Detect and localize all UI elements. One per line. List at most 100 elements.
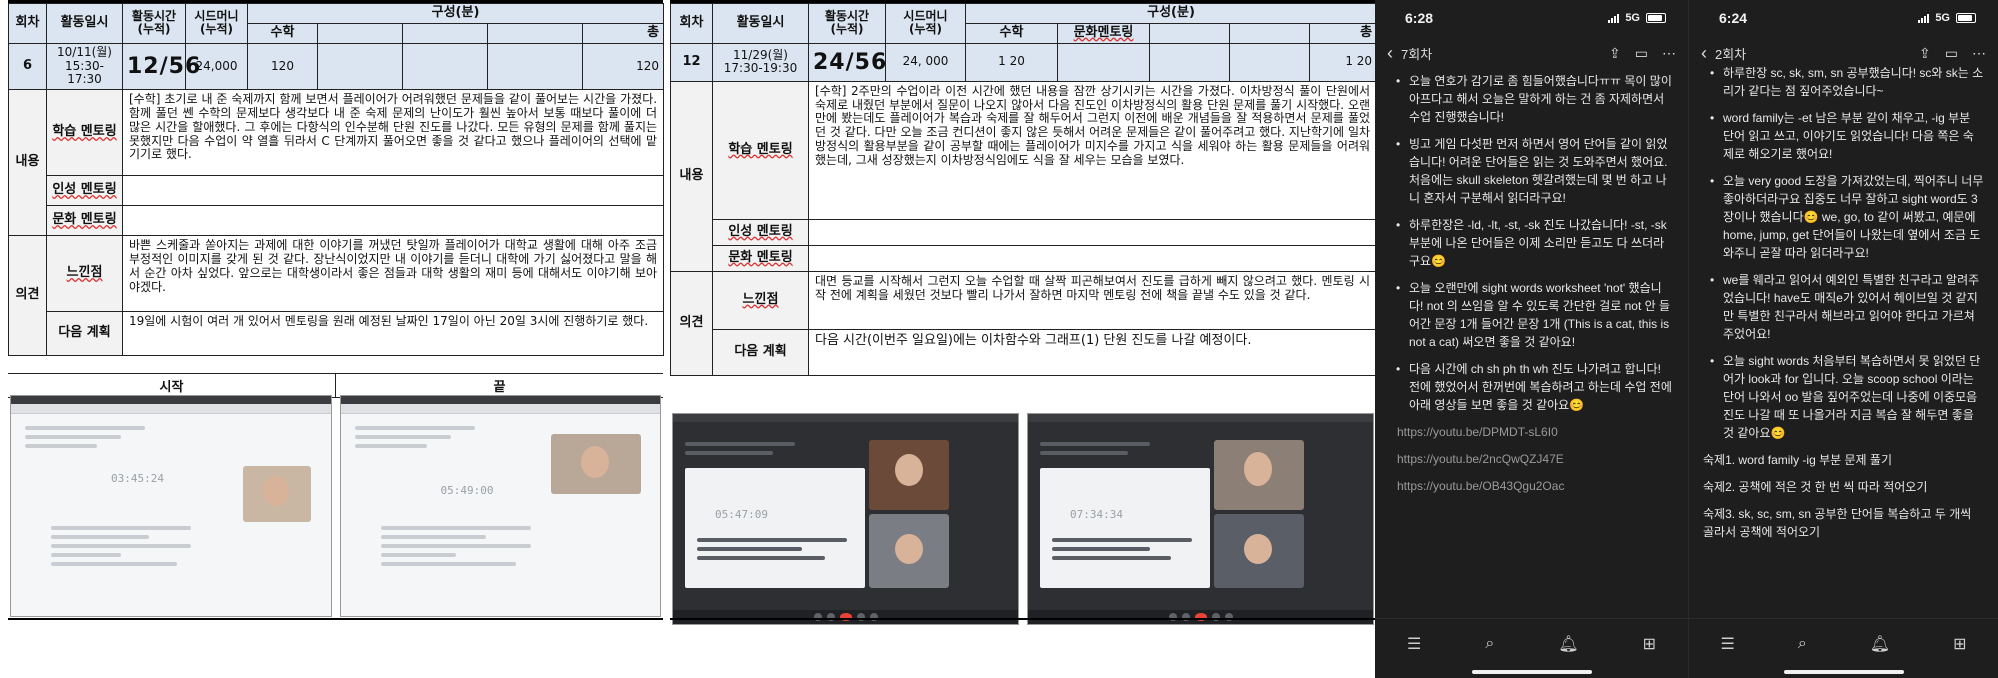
- impression-text: 바쁜 스케줄과 쏟아지는 과제에 대한 이야기를 꺼냈던 탓일까 플레이어가 대…: [121, 235, 665, 313]
- next-plan-text: 다음 시간(이번주 일요일)에는 이차함수와 그래프(1) 단원 진도를 나갈 …: [807, 328, 1378, 376]
- post-body: 오늘 연호가 감기로 좀 힘들어했습니다ㅠㅠ 목이 많이 아프다고 해서 오늘은…: [1375, 70, 1688, 495]
- impression-text: 대면 등교를 시작해서 그런지 오늘 수업할 때 살짝 피곤해보여서 진도를 급…: [807, 270, 1378, 330]
- header-composition: 구성(분): [964, 3, 1378, 24]
- share-icon[interactable]: ⇪: [1609, 45, 1621, 62]
- start-timer: 03:45:24: [111, 472, 164, 485]
- home-indicator: [1471, 670, 1592, 674]
- list-item: word family는 -et 남은 부분 같이 채우고, -ig 부분 단어…: [1703, 109, 1984, 163]
- add-icon[interactable]: ⊞: [1643, 634, 1656, 654]
- comment-icon[interactable]: ▭: [1635, 45, 1648, 62]
- study-mentoring-label: 학습 멘토링: [46, 89, 123, 177]
- header-total: 총: [1308, 22, 1378, 44]
- list-item: 오늘 오랜만에 sight words worksheet 'not' 했습니다…: [1389, 279, 1674, 351]
- header-math: 수학: [965, 22, 1058, 44]
- header-culture: 문화멘토링: [1057, 22, 1150, 44]
- seed-value: 24, 000: [885, 42, 966, 82]
- date-value: 10/11(월) 15:30-17:30: [46, 42, 123, 91]
- signal-icon: [1918, 13, 1930, 23]
- status-bar: 6:28 5G: [1375, 0, 1688, 36]
- video-link[interactable]: https://youtu.be/DPMDT-sL6I0: [1397, 423, 1674, 441]
- status-bar: 6:24 5G: [1689, 0, 1998, 36]
- back-icon[interactable]: ‹: [1701, 43, 1707, 64]
- next-plan-label: 다음 계획: [712, 328, 809, 376]
- round-value: 6: [8, 42, 47, 91]
- video-link[interactable]: https://youtu.be/2ncQwQZJ47E: [1397, 450, 1674, 468]
- study-mentoring-text: [수학] 2주만의 수업이라 이전 시간에 했던 내용을 잠깐 상기시키는 시간…: [807, 80, 1378, 220]
- math-minutes: 1 20: [965, 42, 1058, 82]
- content-label: 내용: [8, 89, 47, 237]
- homework-item: 숙제2. 공책에 적은 것 한 번 씩 따라 적어오기: [1703, 480, 1928, 494]
- bell-icon[interactable]: 🔔︎: [1558, 634, 1578, 654]
- back-icon[interactable]: ‹: [1387, 43, 1393, 64]
- start-label: 시작: [8, 374, 336, 397]
- more-icon[interactable]: ⋯: [1662, 45, 1676, 62]
- more-icon[interactable]: ⋯: [1972, 45, 1986, 62]
- list-item: we를 웨라고 읽어서 예외인 특별한 친구라고 알려주었습니다! have도 …: [1703, 271, 1984, 343]
- start-screenshot: 03:45:24: [10, 395, 332, 617]
- video-tile: [243, 466, 311, 522]
- report-page-1: 회차 활동일시 활동시간 (누적) 시드머니 (누적) 구성(분) 수학 총 6…: [8, 0, 665, 628]
- character-mentoring-label: 인성 멘토링: [712, 218, 809, 246]
- nav-title: 2회차: [1715, 46, 1747, 62]
- list-item: 오늘 sight words 처음부터 복습하면서 못 읽었던 단어가 look…: [1703, 352, 1984, 442]
- header-total: 총: [581, 22, 665, 44]
- phone-screen-1: 6:28 5G ‹ 7회차 ⇪ ▭ ⋯ 오늘 연호가 감기로 좀 힘들어했습니다…: [1375, 0, 1688, 678]
- header-time: 활동시간 (누적): [122, 3, 186, 44]
- bell-icon[interactable]: 🔔︎: [1870, 634, 1890, 654]
- list-item: 빙고 게임 다섯판 먼저 하면서 영어 단어들 같이 읽었습니다! 어려운 단어…: [1389, 135, 1674, 207]
- end-screenshot: 07:34:34: [1027, 413, 1374, 625]
- study-mentoring-text: [수학] 초기로 내 준 숙제까지 함께 보면서 플레이어가 어려워했던 문제들…: [121, 89, 665, 177]
- culture-mentoring-label: 문화 멘토링: [46, 205, 123, 237]
- list-icon[interactable]: ☰: [1407, 634, 1421, 654]
- report-table-2: 회차 활동일시 활동시간 (누적) 시드머니 (누적) 구성(분) 수학 문화멘…: [670, 3, 1378, 376]
- list-item: 오늘 very good 도장을 가져갔었는데, 찍어주니 너무 좋아하더라구요…: [1703, 172, 1984, 262]
- video-link[interactable]: https://youtu.be/OB43Qgu2Oac: [1397, 477, 1674, 495]
- header-date: 활동일시: [712, 3, 809, 44]
- header-round: 회차: [8, 3, 47, 44]
- list-item: 하루한장 sc, sk, sm, sn 공부했습니다! sc와 sk는 소리가 …: [1703, 64, 1984, 100]
- next-plan-text: 19일에 시험이 여러 개 있어서 멘토링을 원래 예정된 날짜인 17일이 아…: [121, 311, 665, 357]
- list-icon[interactable]: ☰: [1720, 634, 1734, 654]
- add-icon[interactable]: ⊞: [1953, 634, 1966, 654]
- network-label: 5G: [1625, 12, 1640, 24]
- search-icon[interactable]: ⌕: [1798, 635, 1807, 653]
- battery-icon: [1646, 13, 1666, 23]
- post-body: 하루한장 sc, sk, sm, sn 공부했습니다! sc와 sk는 소리가 …: [1689, 62, 1998, 541]
- video-tile: [1214, 440, 1304, 510]
- hours-value: 24/56: [808, 42, 886, 82]
- status-time: 6:28: [1405, 10, 1434, 26]
- battery-icon: [1956, 13, 1976, 23]
- end-label: 끝: [336, 374, 663, 397]
- date-value: 11/29(월) 17:30-19:30: [712, 42, 809, 82]
- list-item: 다음 시간에 ch sh ph th wh 진도 나가려고 합니다! 전에 했었…: [1389, 360, 1674, 414]
- study-mentoring-label: 학습 멘토링: [712, 80, 809, 220]
- total-minutes: 120: [581, 42, 665, 91]
- culture-mentoring-label: 문화 멘토링: [712, 244, 809, 272]
- character-mentoring-label: 인성 멘토링: [46, 175, 123, 207]
- header-round: 회차: [670, 3, 713, 44]
- list-item: 하루한장은 -ld, -lt, -st, -sk 진도 나갔습니다! -st, …: [1389, 216, 1674, 270]
- video-tile: [1214, 514, 1304, 588]
- math-minutes: 120: [247, 42, 318, 91]
- end-screenshot: 05:49:00: [339, 395, 661, 617]
- homework-item: 숙제1. word family -ig 부분 문제 풀기: [1703, 453, 1893, 467]
- screenshot-row-2: 05:47:09 07:34:34: [670, 413, 1376, 625]
- header-time: 활동시간 (누적): [808, 3, 886, 44]
- hours-value: 12/56: [122, 42, 200, 91]
- header-composition: 구성(분): [246, 3, 665, 24]
- impression-label: 느낀점: [712, 270, 809, 330]
- total-minutes: 1 20: [1308, 42, 1378, 82]
- comment-icon[interactable]: ▭: [1945, 45, 1958, 62]
- bottom-tab-bar: ☰ ⌕ 🔔︎ ⊞: [1375, 618, 1688, 668]
- start-timer: 05:47:09: [715, 508, 768, 521]
- header-seed: 시드머니 (누적): [885, 3, 966, 44]
- impression-label: 느낀점: [46, 235, 123, 313]
- report-table-1: 회차 활동일시 활동시간 (누적) 시드머니 (누적) 구성(분) 수학 총 6…: [8, 3, 665, 357]
- search-icon[interactable]: ⌕: [1485, 635, 1494, 653]
- report-page-2: 회차 활동일시 활동시간 (누적) 시드머니 (누적) 구성(분) 수학 문화멘…: [670, 0, 1378, 628]
- content-label: 내용: [670, 80, 713, 272]
- opinion-label: 의견: [8, 235, 47, 357]
- video-tile: [550, 434, 641, 494]
- share-icon[interactable]: ⇪: [1919, 45, 1931, 62]
- homework-item: 숙제3. sk, sc, sm, sn 공부한 단어들 복습하고 두 개씩 골라…: [1703, 507, 1972, 539]
